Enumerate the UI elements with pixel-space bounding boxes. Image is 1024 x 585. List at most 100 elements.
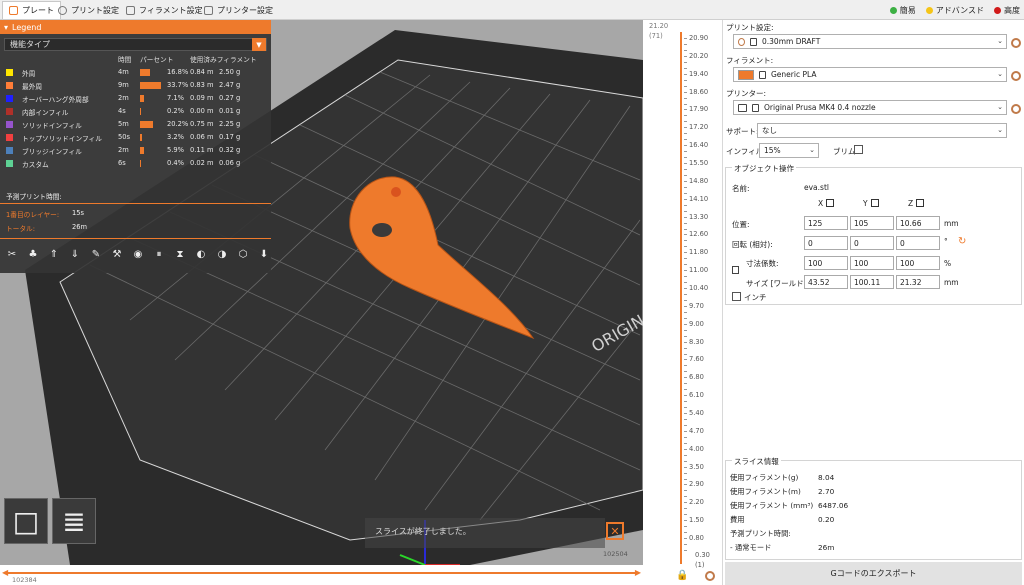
filament-value: Generic PLA bbox=[771, 70, 817, 79]
legend-row[interactable]: 内部インフィル 4s 0.2% 0.00 m 0.01 g bbox=[0, 105, 271, 118]
tab-printer-settings[interactable]: プリンター設定 bbox=[198, 1, 279, 19]
tool-change-icon[interactable]: ⚒ bbox=[109, 245, 125, 263]
layer-tick-mark bbox=[684, 336, 687, 337]
drop-to-bed-y-icon[interactable] bbox=[871, 199, 879, 207]
layer-tick-mark bbox=[684, 407, 687, 408]
drop-to-bed-z-icon[interactable] bbox=[916, 199, 924, 207]
settings-gear-icon[interactable] bbox=[705, 571, 715, 581]
tab-filament-settings[interactable]: フィラメント設定 bbox=[120, 1, 209, 19]
horizontal-slider[interactable]: ◀ ▶ 102384 bbox=[0, 565, 643, 585]
wipe-icon[interactable]: ♣ bbox=[25, 245, 41, 263]
size-y-input[interactable]: 100.11 bbox=[850, 275, 894, 289]
layer-tick-mark bbox=[684, 246, 687, 247]
legend-feature-meters: 0.11 m bbox=[190, 146, 214, 154]
rotation-x-input[interactable]: 0 bbox=[804, 236, 848, 250]
position-z-input[interactable]: 10.66 bbox=[896, 216, 940, 230]
layer-slider[interactable]: 21.20 (71) 20.90 20.20 19.40 18.60 17.90 17.2… bbox=[643, 20, 722, 585]
printer-label: プリンター: bbox=[726, 89, 767, 98]
legend-header[interactable]: ▾ Legend bbox=[0, 20, 271, 34]
color-change-icon[interactable]: ◉ bbox=[130, 245, 146, 263]
bounding-box-icon[interactable]: ⬡ bbox=[235, 245, 251, 263]
scale-y-input[interactable]: 100 bbox=[850, 256, 894, 270]
notification-close-button[interactable]: ✕ bbox=[606, 522, 624, 540]
legend-feature-time: 4s bbox=[118, 107, 126, 115]
layer-tick-mark bbox=[684, 74, 687, 75]
mode-advanced[interactable]: アドバンスド bbox=[925, 5, 984, 16]
position-y-input[interactable]: 105 bbox=[850, 216, 894, 230]
deretraction-icon[interactable]: ⇓ bbox=[67, 245, 83, 263]
scale-x-input[interactable]: 100 bbox=[804, 256, 848, 270]
reset-rotation-icon[interactable]: ↻ bbox=[958, 236, 966, 247]
mode-switcher: 簡易 アドバンスド 高度 bbox=[889, 2, 1020, 18]
filament-edit-icon[interactable] bbox=[1011, 71, 1021, 81]
legend-rows: 外周 4m 16.8% 0.84 m 2.50 g 最外周 9m 33.7% 0.83 m 2.4… bbox=[0, 66, 271, 170]
legend-row[interactable]: トップソリッドインフィル 50s 3.2% 0.06 m 0.17 g bbox=[0, 131, 271, 144]
position-x-input[interactable]: 125 bbox=[804, 216, 848, 230]
layer-height-tick: 3.50 bbox=[689, 463, 704, 471]
legend-row[interactable]: 外周 4m 16.8% 0.84 m 2.50 g bbox=[0, 66, 271, 79]
layer-height-tick: 2.90 bbox=[689, 480, 704, 488]
preview-viewport[interactable]: ORIGIN ▾ Legend 機能タイプ ▼ 時間 パーセント 使用済みフィラ… bbox=[0, 20, 643, 585]
total-value: 26m bbox=[72, 223, 88, 231]
layer-tick-mark bbox=[684, 211, 687, 212]
scale-z-input[interactable]: 100 bbox=[896, 256, 940, 270]
export-gcode-button[interactable]: Gコードのエクスポート bbox=[725, 562, 1022, 585]
legend-row[interactable]: ブリッジインフィル 2m 5.9% 0.11 m 0.32 g bbox=[0, 144, 271, 157]
travel-icon[interactable]: ✂ bbox=[4, 245, 20, 263]
retraction-icon[interactable]: ⇑ bbox=[46, 245, 62, 263]
printer-combo[interactable]: Original Prusa MK4 0.4 nozzle ⌄ bbox=[733, 100, 1007, 115]
mode-expert[interactable]: 高度 bbox=[994, 5, 1020, 16]
collapse-triangle-icon: ▾ bbox=[4, 22, 9, 32]
mode-simple[interactable]: 簡易 bbox=[889, 5, 916, 16]
lock-icon[interactable]: 🔒 bbox=[676, 570, 688, 581]
print-settings-edit-icon[interactable] bbox=[1011, 38, 1021, 48]
layer-tick-mark bbox=[684, 288, 687, 289]
rotation-y-input[interactable]: 0 bbox=[850, 236, 894, 250]
legend-feature-name: 内部インフィル bbox=[22, 109, 69, 117]
legend-row[interactable]: ソリッドインフィル 5m 20.2% 0.75 m 2.25 g bbox=[0, 118, 271, 131]
preview-layers-button[interactable]: ≣ bbox=[52, 498, 96, 544]
size-z-input[interactable]: 21.32 bbox=[896, 275, 940, 289]
filament-color-swatch[interactable] bbox=[738, 69, 754, 80]
infill-combo[interactable]: 15% ⌄ bbox=[759, 143, 819, 158]
tab-print-settings[interactable]: プリント設定 bbox=[52, 1, 125, 19]
rotation-z-input[interactable]: 0 bbox=[896, 236, 940, 250]
layer-height-tick: 4.70 bbox=[689, 427, 704, 435]
center-of-gravity-icon[interactable]: ◐ bbox=[193, 245, 209, 263]
print-settings-combo[interactable]: 0.30mm DRAFT ⌄ bbox=[733, 34, 1007, 49]
view-type-select[interactable]: 機能タイプ ▼ bbox=[4, 38, 267, 51]
right-arrow-icon[interactable]: ▶ bbox=[635, 568, 641, 577]
legend-percent-bar bbox=[140, 69, 150, 76]
layer-tick-mark bbox=[684, 401, 687, 402]
legend-row[interactable]: カスタム 6s 0.4% 0.02 m 0.06 g bbox=[0, 157, 271, 170]
seams-icon[interactable]: ✎ bbox=[88, 245, 104, 263]
legend-row[interactable]: 最外周 9m 33.7% 0.83 m 2.47 g bbox=[0, 79, 271, 92]
inch-checkbox[interactable] bbox=[732, 292, 741, 301]
shells-icon[interactable]: ◑ bbox=[214, 245, 230, 263]
layer-height-tick: 1.50 bbox=[689, 516, 704, 524]
brim-checkbox[interactable] bbox=[854, 145, 863, 154]
drop-to-bed-x-icon[interactable] bbox=[826, 199, 834, 207]
layer-tick-mark bbox=[684, 306, 687, 307]
filament-combo[interactable]: Generic PLA ⌄ bbox=[733, 67, 1007, 82]
legend-feature-percent: 7.1% bbox=[167, 94, 184, 102]
legend-separator-2 bbox=[0, 238, 271, 239]
bottom-layer: (1) bbox=[695, 561, 705, 569]
layer-height-tick: 11.80 bbox=[689, 248, 709, 256]
size-x-input[interactable]: 43.52 bbox=[804, 275, 848, 289]
layer-tick-mark bbox=[684, 151, 687, 152]
3d-view-button[interactable]: □ bbox=[4, 498, 48, 544]
legend-feature-meters: 0.00 m bbox=[190, 107, 214, 115]
tool-marker-icon[interactable]: ⬇ bbox=[256, 245, 272, 263]
uniform-scale-lock-icon[interactable] bbox=[732, 266, 739, 274]
cube-icon: □ bbox=[12, 504, 40, 538]
legend-feature-meters: 0.75 m bbox=[190, 120, 214, 128]
legend-row[interactable]: オーバーハング外周部 2m 7.1% 0.09 m 0.27 g bbox=[0, 92, 271, 105]
slice-info-label: 予測プリント時間: bbox=[730, 529, 791, 538]
layer-height-tick: 11.00 bbox=[689, 266, 709, 274]
position-label: 位置: bbox=[732, 220, 750, 229]
pause-icon[interactable]: ⏸ bbox=[151, 245, 167, 263]
printer-edit-icon[interactable] bbox=[1011, 104, 1021, 114]
custom-gcode-icon[interactable]: ⧗ bbox=[172, 245, 188, 263]
support-combo[interactable]: なし ⌄ bbox=[757, 123, 1007, 138]
